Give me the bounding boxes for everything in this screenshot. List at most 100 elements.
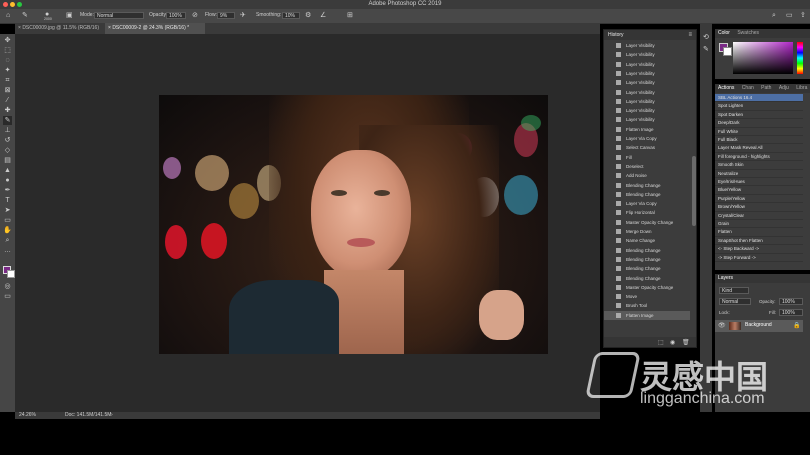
gradient-tool-icon[interactable]: ▤: [3, 156, 12, 165]
tab-adjustments[interactable]: Adju: [776, 84, 792, 93]
eye-icon[interactable]: 👁: [718, 322, 726, 329]
shape-tool-icon[interactable]: ▭: [3, 216, 12, 225]
frame-tool-icon[interactable]: ⊠: [3, 86, 12, 95]
action-item[interactable]: Brown/Yellow: [715, 203, 803, 212]
tab-document-2[interactable]: × DSC00009-2 @ 24.3% (RGB/16) *: [105, 23, 205, 34]
tab-actions[interactable]: Actions: [715, 84, 737, 93]
history-item[interactable]: Fill: [604, 153, 690, 162]
history-item[interactable]: Master Opacity Change: [604, 218, 690, 227]
workspace-icon[interactable]: ▭: [786, 12, 793, 19]
zoom-tool-icon[interactable]: ⌕: [3, 236, 12, 245]
marquee-tool-icon[interactable]: ⬚: [3, 46, 12, 55]
action-item[interactable]: SnapShot then Flatten: [715, 237, 803, 246]
action-item[interactable]: Eye/Iris/Hues: [715, 178, 803, 187]
blur-tool-icon[interactable]: ▲: [3, 166, 12, 175]
history-scrollbar[interactable]: [692, 156, 696, 226]
action-item[interactable]: Flatten: [715, 228, 803, 237]
action-item[interactable]: Smooth Skin: [715, 161, 803, 170]
panel-menu-icon[interactable]: ≡: [688, 32, 692, 38]
move-tool-icon[interactable]: ✥: [3, 36, 12, 45]
eraser-tool-icon[interactable]: ◇: [3, 146, 12, 155]
action-item[interactable]: <- Step Backward ->: [715, 245, 803, 254]
history-item[interactable]: Blending Change: [604, 181, 690, 190]
history-item[interactable]: Brush Tool: [604, 301, 690, 310]
history-item[interactable]: Move: [604, 292, 690, 301]
pressure-opacity-icon[interactable]: ⊘: [192, 12, 198, 19]
action-item[interactable]: Crystal/Clear: [715, 212, 803, 220]
history-item[interactable]: Layer Visibility: [604, 41, 690, 50]
tab-paths[interactable]: Path: [758, 84, 774, 93]
history-item[interactable]: Layer Via Copy: [604, 134, 690, 143]
smoothing-field[interactable]: 10%: [282, 12, 300, 19]
portrait-photo[interactable]: [159, 95, 548, 354]
history-item[interactable]: Blending Change: [604, 255, 690, 264]
history-item[interactable]: Layer Visibility: [604, 50, 690, 59]
flow-field[interactable]: 9%: [217, 12, 235, 19]
home-icon[interactable]: ⌂: [6, 12, 10, 19]
tab-channels[interactable]: Chan: [739, 84, 757, 93]
action-item[interactable]: Grain: [715, 220, 803, 229]
snapshot-icon[interactable]: ◉: [670, 339, 675, 346]
action-item[interactable]: Full Black: [715, 136, 803, 145]
history-item[interactable]: Blending Change: [604, 264, 690, 273]
trash-icon[interactable]: 🗑: [682, 339, 690, 346]
share-icon[interactable]: ⇪: [800, 12, 806, 19]
tab-document-1[interactable]: × DSC00009.jpg @ 11.5% (RGB/16): [15, 23, 105, 34]
hand-tool-icon[interactable]: ✋: [3, 226, 12, 235]
history-item[interactable]: Deselect: [604, 162, 690, 171]
blend-mode-select[interactable]: Normal: [719, 298, 751, 305]
action-item[interactable]: Spot Lighten: [715, 102, 803, 111]
history-item[interactable]: Blending Change: [604, 274, 690, 283]
history-item[interactable]: Layer Visibility: [604, 78, 690, 87]
action-item[interactable]: Layer Mask Reveal All: [715, 144, 803, 153]
healing-tool-icon[interactable]: ✚: [3, 106, 12, 115]
history-item[interactable]: Flatten Image: [604, 310, 690, 320]
action-item[interactable]: Fill foreground - highlights: [715, 153, 803, 162]
history-item[interactable]: Layer Visibility: [604, 97, 690, 106]
opacity-field[interactable]: 100%: [166, 12, 186, 19]
path-select-tool-icon[interactable]: ➤: [3, 206, 12, 215]
brush-tool-icon[interactable]: ✎: [3, 116, 12, 125]
action-item[interactable]: Blue/Yellow: [715, 186, 803, 195]
history-item[interactable]: Layer Visibility: [604, 106, 690, 115]
crop-tool-icon[interactable]: ⌗: [3, 76, 12, 85]
history-item[interactable]: Add Noise: [604, 171, 690, 180]
hue-slider[interactable]: [797, 42, 803, 74]
action-item[interactable]: Spot Darken: [715, 111, 803, 120]
quick-mask-icon[interactable]: ◎: [3, 282, 12, 291]
zoom-level[interactable]: 24.26%: [19, 412, 36, 419]
action-item[interactable]: Purple/Yellow: [715, 195, 803, 204]
color-picker-field[interactable]: [733, 42, 793, 74]
bg-color-swatch[interactable]: [723, 47, 732, 56]
mode-select[interactable]: Normal: [94, 12, 144, 19]
history-brush-icon[interactable]: ↺: [3, 136, 12, 145]
layers-opacity-field[interactable]: 100%: [779, 298, 803, 305]
brush-panel-icon[interactable]: ✎: [703, 45, 709, 53]
brush-settings-icon[interactable]: ▣: [66, 12, 73, 19]
dodge-tool-icon[interactable]: ●: [3, 176, 12, 185]
action-item[interactable]: Full White: [715, 128, 803, 136]
tab-swatches[interactable]: Swatches: [734, 29, 762, 38]
history-item[interactable]: Merge Down: [604, 227, 690, 236]
angle-icon[interactable]: ∠: [320, 12, 326, 19]
type-tool-icon[interactable]: T: [3, 196, 12, 205]
history-item[interactable]: Blending Change: [604, 246, 690, 255]
symmetry-icon[interactable]: ⊞: [347, 12, 353, 19]
search-icon[interactable]: ⌕: [772, 12, 776, 19]
history-panel-icon[interactable]: ⟲: [703, 33, 709, 41]
brush-tool-icon[interactable]: ✎: [22, 12, 28, 19]
history-item[interactable]: Select Canvas: [604, 143, 690, 152]
history-item[interactable]: Layer Via Copy: [604, 199, 690, 208]
tab-color[interactable]: Color: [715, 29, 733, 38]
history-item[interactable]: Layer Visibility: [604, 115, 690, 124]
history-item[interactable]: Master Opacity Change: [604, 283, 690, 292]
gear-icon[interactable]: ⚙: [305, 12, 311, 19]
action-item[interactable]: Deep/Dark: [715, 119, 803, 128]
eyedropper-tool-icon[interactable]: ⁄: [3, 96, 12, 105]
action-item[interactable]: -> Step Forward ->: [715, 254, 803, 262]
layer-row[interactable]: 👁 Background 🔒: [715, 320, 803, 332]
lasso-tool-icon[interactable]: ◌: [3, 56, 12, 65]
pen-tool-icon[interactable]: ✒: [3, 186, 12, 195]
stamp-tool-icon[interactable]: ⊥: [3, 126, 12, 135]
new-document-icon[interactable]: ⬚: [658, 339, 664, 346]
